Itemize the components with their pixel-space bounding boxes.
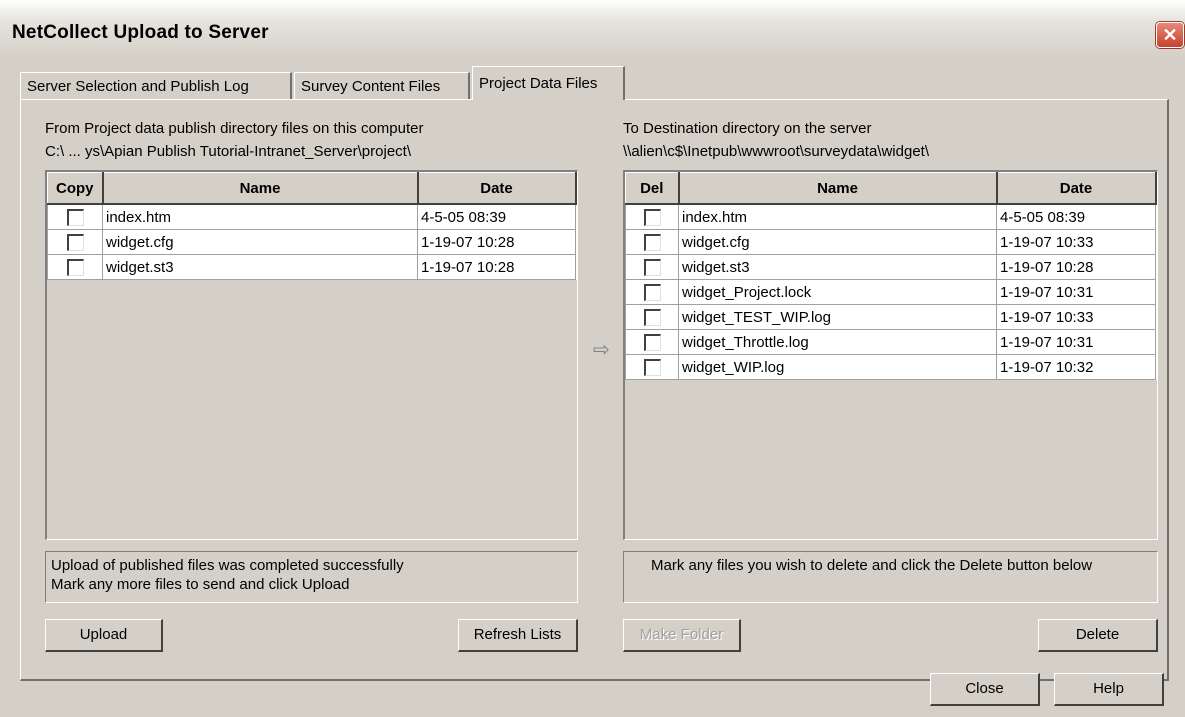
copy-column-header[interactable]: Copy [47, 172, 104, 205]
name-column-header[interactable]: Name [102, 172, 419, 205]
help-button[interactable]: Help [1054, 673, 1164, 706]
destination-file-grid[interactable]: Del Name Date index.htm 4-5-05 08:39 wid… [623, 170, 1158, 540]
destination-path: \\alien\c$\Inetpub\wwwroot\surveydata\wi… [623, 143, 929, 160]
copy-cell [47, 229, 103, 255]
delete-checkbox[interactable] [643, 283, 661, 301]
tab-project-data-files[interactable]: Project Data Files [472, 66, 625, 100]
del-cell [625, 354, 679, 380]
destination-status-text: Mark any files you wish to delete and cl… [651, 557, 1093, 574]
source-status-line-2: Mark any more files to send and click Up… [51, 576, 350, 593]
delete-checkbox[interactable] [643, 233, 661, 251]
copy-cell [47, 203, 103, 230]
file-date: 4-5-05 08:39 [417, 203, 576, 230]
source-file-grid[interactable]: Copy Name Date index.htm 4-5-05 08:39 wi… [45, 170, 578, 540]
source-path: C:\ ... ys\Apian Publish Tutorial-Intran… [45, 143, 411, 160]
source-status-line-1: Upload of published files was completed … [51, 557, 404, 574]
table-row[interactable]: index.htm 4-5-05 08:39 [47, 203, 576, 230]
source-file-table: Copy Name Date index.htm 4-5-05 08:39 wi… [47, 172, 577, 280]
table-row[interactable]: index.htm 4-5-05 08:39 [625, 203, 1156, 230]
file-name: index.htm [678, 203, 997, 230]
upload-button[interactable]: Upload [45, 619, 163, 652]
source-header-row: Copy Name Date [47, 172, 577, 205]
date-column-header[interactable]: Date [417, 172, 577, 205]
arrow-right-icon: ⇨ [593, 339, 610, 361]
file-date: 1-19-07 10:28 [417, 229, 576, 255]
source-status-box: Upload of published files was completed … [45, 551, 578, 603]
refresh-lists-button[interactable]: Refresh Lists [458, 619, 578, 652]
file-date: 1-19-07 10:31 [996, 279, 1156, 305]
destination-header-row: Del Name Date [625, 172, 1157, 205]
file-date: 4-5-05 08:39 [996, 203, 1156, 230]
delete-checkbox[interactable] [643, 258, 661, 276]
source-heading: From Project data publish directory file… [45, 120, 424, 137]
copy-checkbox[interactable] [66, 233, 84, 251]
file-name: widget.st3 [678, 254, 997, 280]
del-cell [625, 304, 679, 330]
tab-server-selection[interactable]: Server Selection and Publish Log [20, 72, 292, 100]
destination-heading: To Destination directory on the server [623, 120, 872, 137]
window-title: NetCollect Upload to Server [12, 22, 269, 43]
file-date: 1-19-07 10:28 [417, 254, 576, 280]
file-date: 1-19-07 10:33 [996, 304, 1156, 330]
table-row[interactable]: widget_TEST_WIP.log 1-19-07 10:33 [625, 304, 1156, 330]
delete-checkbox[interactable] [643, 358, 661, 376]
file-date: 1-19-07 10:32 [996, 354, 1156, 380]
table-row[interactable]: widget_Project.lock 1-19-07 10:31 [625, 279, 1156, 305]
close-button[interactable]: Close [930, 673, 1040, 706]
table-row[interactable]: widget.cfg 1-19-07 10:28 [47, 229, 576, 255]
file-name: widget_WIP.log [678, 354, 997, 380]
file-date: 1-19-07 10:31 [996, 329, 1156, 355]
close-icon[interactable]: ✕ [1156, 22, 1184, 48]
date-column-header[interactable]: Date [996, 172, 1157, 205]
tab-survey-content-files[interactable]: Survey Content Files [294, 72, 470, 100]
title-bar: NetCollect Upload to Server ✕ [0, 0, 1185, 58]
table-row[interactable]: widget_Throttle.log 1-19-07 10:31 [625, 329, 1156, 355]
file-date: 1-19-07 10:33 [996, 229, 1156, 255]
file-name: widget.cfg [678, 229, 997, 255]
table-row[interactable]: widget.st3 1-19-07 10:28 [625, 254, 1156, 280]
delete-checkbox[interactable] [643, 308, 661, 326]
del-cell [625, 229, 679, 255]
delete-checkbox[interactable] [643, 333, 661, 351]
del-cell [625, 203, 679, 230]
del-cell [625, 329, 679, 355]
del-column-header[interactable]: Del [625, 172, 680, 205]
name-column-header[interactable]: Name [678, 172, 998, 205]
file-date: 1-19-07 10:28 [996, 254, 1156, 280]
file-name: widget.cfg [102, 229, 418, 255]
delete-button[interactable]: Delete [1038, 619, 1158, 652]
table-row[interactable]: widget_WIP.log 1-19-07 10:32 [625, 354, 1156, 380]
file-name: widget.st3 [102, 254, 418, 280]
file-name: index.htm [102, 203, 418, 230]
copy-checkbox[interactable] [66, 258, 84, 276]
file-name: widget_Throttle.log [678, 329, 997, 355]
destination-file-table: Del Name Date index.htm 4-5-05 08:39 wid… [625, 172, 1157, 380]
file-name: widget_TEST_WIP.log [678, 304, 997, 330]
table-row[interactable]: widget.cfg 1-19-07 10:33 [625, 229, 1156, 255]
file-name: widget_Project.lock [678, 279, 997, 305]
copy-checkbox[interactable] [66, 208, 84, 226]
destination-status-box: Mark any files you wish to delete and cl… [623, 551, 1158, 603]
del-cell [625, 254, 679, 280]
make-folder-button[interactable]: Make Folder [623, 619, 741, 652]
del-cell [625, 279, 679, 305]
copy-cell [47, 254, 103, 280]
table-row[interactable]: widget.st3 1-19-07 10:28 [47, 254, 576, 280]
delete-checkbox[interactable] [643, 208, 661, 226]
